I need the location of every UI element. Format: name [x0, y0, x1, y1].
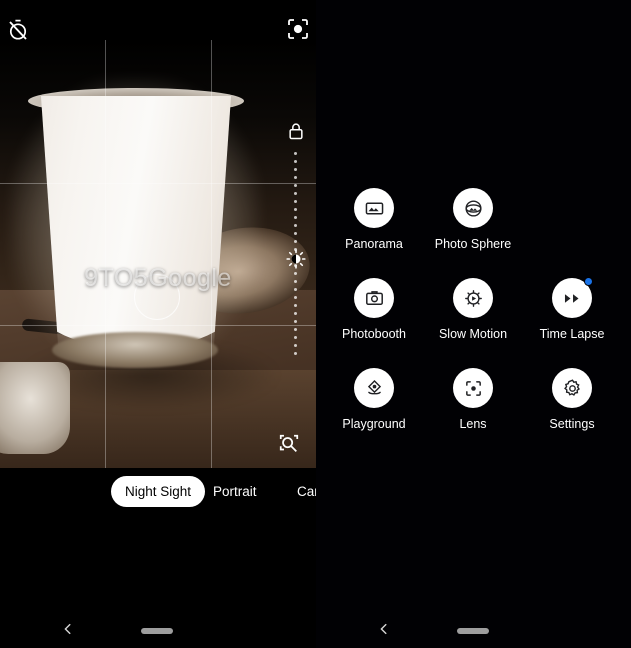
exposure-slider-dot	[294, 200, 297, 203]
exposure-slider-dot	[294, 168, 297, 171]
more-mode-label: Slow Motion	[438, 327, 508, 341]
more-mode-label: Lens	[459, 417, 487, 431]
more-mode-label: Time Lapse	[539, 327, 605, 341]
more-mode-time-lapse[interactable]: Time Lapse	[524, 277, 620, 341]
photobooth-icon	[354, 278, 394, 318]
exposure-slider-dot	[294, 240, 297, 243]
exposure-slider-dot	[294, 232, 297, 235]
watermark-left: 9TO5Google	[84, 264, 232, 292]
playground-icon	[354, 368, 394, 408]
more-modes-row: Photobooth Slow Motion Time Lapse	[316, 277, 631, 368]
mode-strip-left-clip: Night Sight Portrait Came	[0, 476, 316, 509]
more-modes-row: Panorama Photo Sphere	[316, 188, 631, 278]
exposure-slider-dot	[294, 224, 297, 227]
home-pill[interactable]	[457, 628, 489, 634]
capture-controls	[0, 516, 316, 611]
more-mode-label: Settings	[549, 417, 595, 431]
navigation-bar-right	[316, 610, 631, 648]
timelapse-icon	[552, 277, 593, 318]
zoom-magnifier-icon[interactable]	[278, 433, 300, 455]
panorama-icon	[354, 188, 394, 228]
scene-image	[0, 40, 316, 468]
screenshot-root: 9TO5Google Night Sight Portrait Ca Panor…	[0, 0, 631, 648]
more-mode-label: Panorama	[345, 237, 403, 251]
motion-focus-icon[interactable]	[286, 17, 310, 41]
viewfinder-preview[interactable]	[0, 40, 316, 468]
back-button[interactable]	[378, 623, 390, 635]
more-mode-settings[interactable]: Settings	[524, 368, 620, 431]
more-mode-photo-sphere[interactable]: Photo Sphere	[425, 188, 521, 251]
exposure-slider-dot	[294, 296, 297, 299]
more-mode-lens[interactable]: Lens	[425, 368, 521, 431]
settings-icon	[552, 368, 592, 408]
exposure-slider-dot	[294, 320, 297, 323]
grid-line-vertical-2	[211, 40, 212, 468]
exposure-slider-dot	[294, 176, 297, 179]
more-mode-slow-motion[interactable]: Slow Motion	[425, 278, 521, 341]
more-mode-label: Photobooth	[342, 327, 406, 341]
exposure-slider-dot	[294, 184, 297, 187]
more-mode-label: Playground	[342, 417, 406, 431]
navigation-bar-left	[0, 610, 316, 648]
more-modes-row: Playground Lens Settings	[316, 368, 631, 458]
mode-portrait[interactable]: Portrait	[213, 476, 257, 507]
lens-icon	[453, 368, 493, 408]
exposure-slider-dot	[294, 152, 297, 155]
timer-off-icon[interactable]	[6, 18, 30, 42]
brightness-icon[interactable]	[286, 249, 306, 269]
camera-viewfinder-screen: 9TO5Google	[0, 0, 316, 648]
exposure-slider-dot	[294, 280, 297, 283]
back-button[interactable]	[62, 623, 74, 635]
exposure-slider-dot	[294, 344, 297, 347]
more-mode-panorama[interactable]: Panorama	[326, 188, 422, 251]
exposure-slider-dot	[294, 272, 297, 275]
exposure-slider-dot	[294, 328, 297, 331]
exposure-slider-dot	[294, 304, 297, 307]
grid-line-horizontal-1	[0, 183, 316, 184]
photosphere-icon	[453, 188, 493, 228]
mode-night-sight[interactable]: Night Sight	[111, 476, 206, 507]
more-modes-screen: 9TO5Google Panorama	[316, 0, 631, 648]
exposure-slider-dot	[294, 352, 297, 355]
grid-line-vertical-1	[105, 40, 106, 468]
more-mode-photobooth[interactable]: Photobooth	[326, 278, 422, 341]
exposure-slider-dot	[294, 208, 297, 211]
slowmotion-icon	[453, 278, 493, 318]
more-mode-playground[interactable]: Playground	[326, 368, 422, 431]
exposure-slider-dot	[294, 216, 297, 219]
grid-line-horizontal-2	[0, 325, 316, 326]
more-mode-label: Photo Sphere	[434, 237, 512, 251]
more-modes-grid: Panorama Photo Sphere Photobooth Slow Mo…	[316, 188, 631, 458]
lock-icon[interactable]	[286, 120, 306, 142]
home-pill[interactable]	[141, 628, 173, 634]
mode-camera-clipped[interactable]: Came	[297, 476, 316, 507]
exposure-slider-dot	[294, 312, 297, 315]
exposure-slider-dot	[294, 288, 297, 291]
exposure-slider-dot	[294, 192, 297, 195]
exposure-slider-dot	[294, 160, 297, 163]
exposure-slider-dot	[294, 336, 297, 339]
time-lapse-badge	[584, 277, 593, 286]
